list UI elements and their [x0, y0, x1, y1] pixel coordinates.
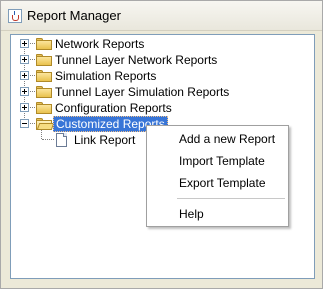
menu-item-export-template[interactable]: Export Template: [147, 172, 288, 194]
expand-icon[interactable]: [20, 71, 29, 80]
tree-item-tunnel-layer-network-reports[interactable]: Tunnel Layer Network Reports: [11, 52, 311, 68]
tree-item-label: Configuration Reports: [55, 101, 172, 115]
report-manager-window: Report Manager Network Reports Tunnel La…: [0, 0, 323, 289]
expand-icon[interactable]: [20, 39, 29, 48]
folder-icon: [36, 86, 52, 98]
context-menu: Add a new Report Import Template Export …: [146, 125, 289, 227]
java-cup-icon: [8, 9, 22, 23]
tree-item-label: Tunnel Layer Network Reports: [55, 53, 218, 67]
tree-item-configuration-reports[interactable]: Configuration Reports: [11, 100, 311, 116]
menu-item-help[interactable]: Help: [147, 203, 288, 225]
folder-icon: [36, 102, 52, 114]
tree-item-label: Link Report: [74, 133, 136, 147]
menu-separator: [177, 198, 285, 199]
tree-item-network-reports[interactable]: Network Reports: [11, 36, 311, 52]
title-bar[interactable]: Report Manager: [1, 1, 322, 31]
folder-icon: [36, 70, 52, 82]
folder-icon: [36, 54, 52, 66]
expand-icon[interactable]: [20, 103, 29, 112]
folder-icon: [36, 38, 52, 50]
expand-icon[interactable]: [20, 87, 29, 96]
open-folder-icon: [36, 118, 55, 130]
tree-item-label: Network Reports: [55, 37, 145, 51]
document-icon: [56, 133, 67, 147]
tree-item-simulation-reports[interactable]: Simulation Reports: [11, 68, 311, 84]
window-title: Report Manager: [27, 8, 121, 23]
tree-item-tunnel-layer-simulation-reports[interactable]: Tunnel Layer Simulation Reports: [11, 84, 311, 100]
menu-item-add-new-report[interactable]: Add a new Report: [147, 128, 288, 150]
menu-item-import-template[interactable]: Import Template: [147, 150, 288, 172]
collapse-icon[interactable]: [20, 119, 29, 128]
tree-item-label: Tunnel Layer Simulation Reports: [55, 85, 230, 99]
tree-item-label: Simulation Reports: [55, 69, 157, 83]
expand-icon[interactable]: [20, 55, 29, 64]
